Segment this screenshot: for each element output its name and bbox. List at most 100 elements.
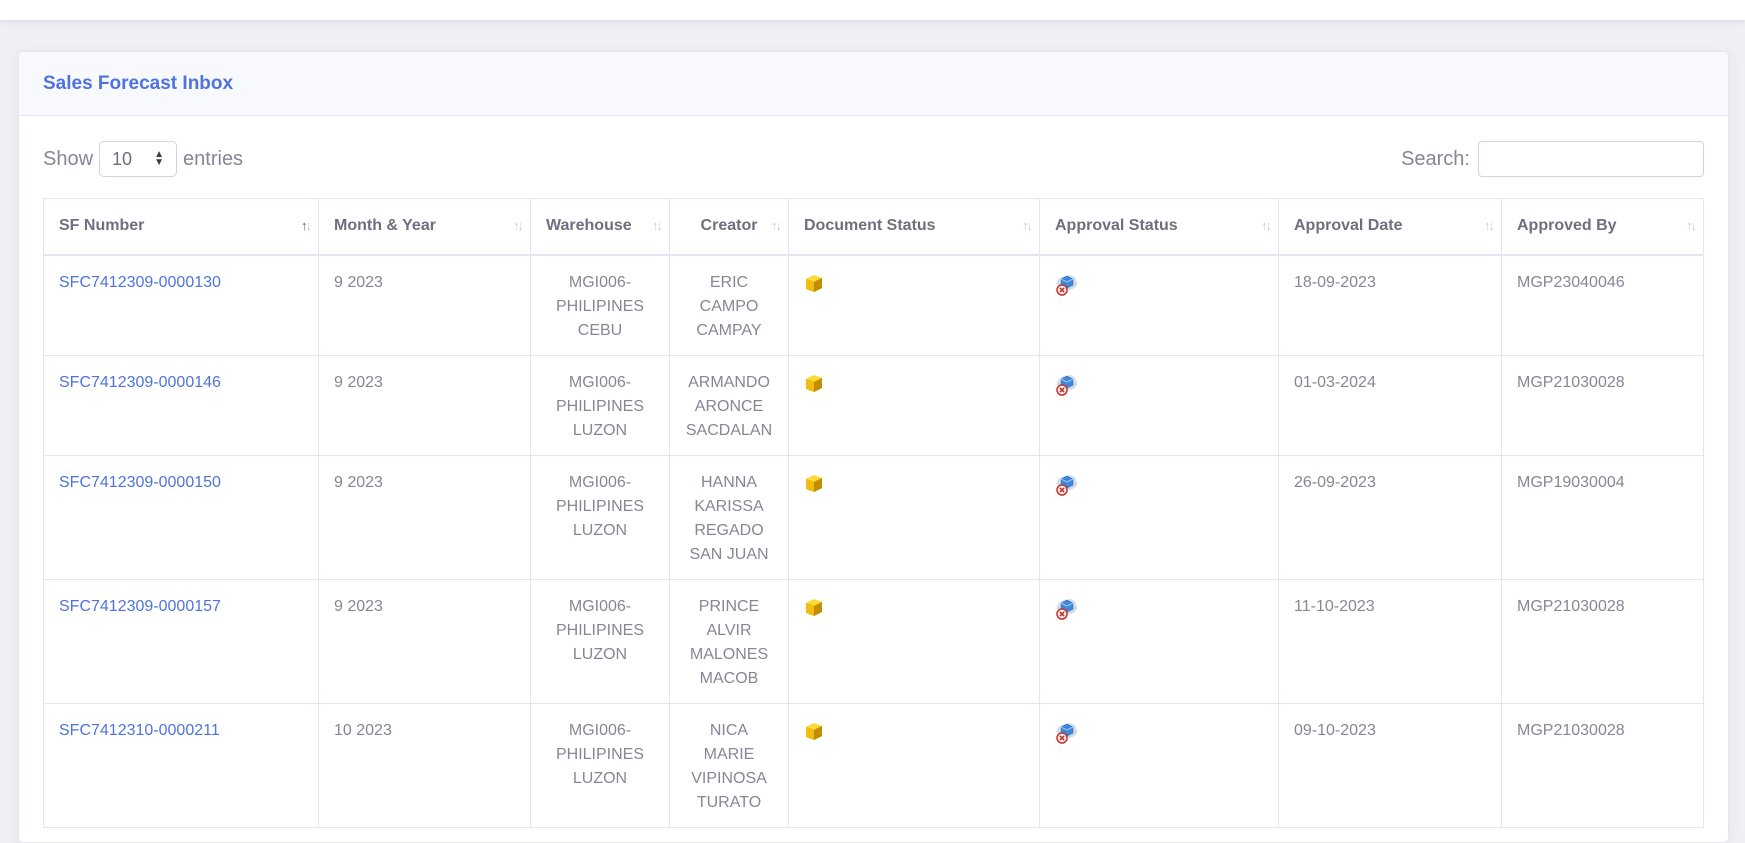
cell-warehouse: MGI006- PHILIPINES LUZON xyxy=(530,578,670,704)
search-control: Search: xyxy=(1401,140,1704,178)
cell-approval-status xyxy=(1039,454,1279,580)
cell-warehouse: MGI006- PHILIPINES LUZON xyxy=(530,702,670,828)
sort-icon: ↑↓ xyxy=(1686,218,1697,233)
cell-document-status xyxy=(788,702,1040,828)
column-header-document-status[interactable]: Document Status ↑↓ xyxy=(788,198,1040,256)
cell-sf-number: SFC7412309-0000146 xyxy=(43,354,319,456)
folder-icon[interactable] xyxy=(803,272,825,294)
warehouse-line: MGI006- xyxy=(568,721,632,739)
folder-icon[interactable] xyxy=(803,596,825,618)
table-row: SFC7412310-0000211 10 2023 MGI006- PHILIPIN… xyxy=(43,702,1704,828)
sf-number-link[interactable]: SFC7412310-0000211 xyxy=(59,722,220,739)
select-caret-icon: ▲ ▼ xyxy=(154,149,165,168)
table-row: SFC7412309-0000150 9 2023 MGI006- PHILIPINE… xyxy=(43,454,1704,580)
cell-approval-status xyxy=(1039,578,1279,704)
cell-month-year: 9 2023 xyxy=(318,254,531,356)
card-body: Show 10 ▲ ▼ entries Search: SF Number ↑↓… xyxy=(19,116,1728,828)
cell-approval-date: 01-03-2024 xyxy=(1278,354,1502,456)
warehouse-line: PHILIPINES xyxy=(555,397,645,415)
entries-select[interactable]: 10 ▲ ▼ xyxy=(99,141,178,177)
cloud-rejected-icon[interactable] xyxy=(1054,720,1080,746)
cell-month-year: 10 2023 xyxy=(318,702,531,828)
cell-approval-date: 18-09-2023 xyxy=(1278,254,1502,356)
table-row: SFC7412309-0000130 9 2023 MGI006- PHILIPINE… xyxy=(43,254,1704,356)
creator-line: NICA xyxy=(709,721,749,739)
cell-creator: ARMANDO ARONCE SACDALAN xyxy=(669,354,789,456)
creator-line: MACOB xyxy=(699,669,759,687)
cell-sf-number: SFC7412309-0000157 xyxy=(43,578,319,704)
cell-creator: PRINCE ALVIR MALONES MACOB xyxy=(669,578,789,704)
cell-approval-date: 09-10-2023 xyxy=(1278,702,1502,828)
warehouse-line: MGI006- xyxy=(568,473,632,491)
warehouse-line: PHILIPINES xyxy=(555,497,645,515)
cell-approved-by: MGP21030028 xyxy=(1501,578,1704,704)
table-body: SFC7412309-0000130 9 2023 MGI006- PHILIPINE… xyxy=(43,254,1704,828)
sf-number-link[interactable]: SFC7412309-0000157 xyxy=(59,598,221,615)
cell-creator: ERIC CAMPO CAMPAY xyxy=(669,254,789,356)
sort-icon: ↑↓ xyxy=(771,218,782,233)
cell-month-year: 9 2023 xyxy=(318,454,531,580)
creator-line: CAMPAY xyxy=(696,321,762,339)
cell-approval-status xyxy=(1039,254,1279,356)
creator-line: ERIC xyxy=(709,273,749,291)
creator-line: TURATO xyxy=(696,793,762,811)
card-header: Sales Forecast Inbox xyxy=(19,52,1728,116)
cell-document-status xyxy=(788,578,1040,704)
column-header-approved-by[interactable]: Approved By ↑↓ xyxy=(1501,198,1704,256)
creator-line: SAN JUAN xyxy=(689,545,769,563)
column-header-sf-number[interactable]: SF Number ↑↓ xyxy=(43,198,319,256)
sort-icon: ↑↓ xyxy=(652,218,663,233)
sf-number-link[interactable]: SFC7412309-0000130 xyxy=(59,274,221,291)
warehouse-line: PHILIPINES xyxy=(555,297,645,315)
cloud-rejected-icon[interactable] xyxy=(1054,472,1080,498)
cell-approval-date: 11-10-2023 xyxy=(1278,578,1502,704)
cloud-rejected-icon[interactable] xyxy=(1054,272,1080,298)
cloud-rejected-icon[interactable] xyxy=(1054,596,1080,622)
cell-approved-by: MGP21030028 xyxy=(1501,702,1704,828)
cell-month-year: 9 2023 xyxy=(318,578,531,704)
sales-forecast-table: SF Number ↑↓ Month & Year ↑↓ Warehouse ↑↓ C… xyxy=(43,198,1704,828)
cell-warehouse: MGI006- PHILIPINES LUZON xyxy=(530,454,670,580)
sales-forecast-card: Sales Forecast Inbox Show 10 ▲ ▼ entries … xyxy=(18,51,1729,843)
search-input[interactable] xyxy=(1478,141,1704,177)
column-header-creator[interactable]: Creator ↑↓ xyxy=(669,198,789,256)
column-header-approval-status[interactable]: Approval Status ↑↓ xyxy=(1039,198,1279,256)
sort-icon: ↑↓ xyxy=(1261,218,1272,233)
column-header-warehouse[interactable]: Warehouse ↑↓ xyxy=(530,198,670,256)
creator-line: ARONCE xyxy=(694,397,764,415)
cell-sf-number: SFC7412309-0000150 xyxy=(43,454,319,580)
entries-label: entries xyxy=(183,147,244,170)
table-row: SFC7412309-0000157 9 2023 MGI006- PHILIPINE… xyxy=(43,578,1704,704)
table-row: SFC7412309-0000146 9 2023 MGI006- PHILIPINE… xyxy=(43,354,1704,456)
cell-approved-by: MGP21030028 xyxy=(1501,354,1704,456)
folder-icon[interactable] xyxy=(803,720,825,742)
column-header-approval-date[interactable]: Approval Date ↑↓ xyxy=(1278,198,1502,256)
creator-line: PRINCE xyxy=(698,597,760,615)
cloud-rejected-icon[interactable] xyxy=(1054,372,1080,398)
folder-icon[interactable] xyxy=(803,372,825,394)
sf-number-link[interactable]: SFC7412309-0000146 xyxy=(59,374,221,391)
folder-icon[interactable] xyxy=(803,472,825,494)
cell-month-year: 9 2023 xyxy=(318,354,531,456)
sf-number-link[interactable]: SFC7412309-0000150 xyxy=(59,474,221,491)
warehouse-line: CEBU xyxy=(577,321,623,339)
warehouse-line: MGI006- xyxy=(568,373,632,391)
warehouse-line: MGI006- xyxy=(568,597,632,615)
sort-icon: ↑↓ xyxy=(1022,218,1033,233)
creator-line: ALVIR xyxy=(706,621,752,639)
creator-line: REGADO xyxy=(694,521,764,539)
show-label: Show xyxy=(43,147,94,170)
cell-warehouse: MGI006- PHILIPINES CEBU xyxy=(530,254,670,356)
column-header-month-year[interactable]: Month & Year ↑↓ xyxy=(318,198,531,256)
cell-sf-number: SFC7412310-0000211 xyxy=(43,702,319,828)
cell-creator: NICA MARIE VIPINOSA TURATO xyxy=(669,702,789,828)
cell-approved-by: MGP19030004 xyxy=(1501,454,1704,580)
warehouse-line: MGI006- xyxy=(568,273,632,291)
creator-line: HANNA xyxy=(700,473,757,491)
cell-warehouse: MGI006- PHILIPINES LUZON xyxy=(530,354,670,456)
cell-document-status xyxy=(788,454,1040,580)
top-navbar xyxy=(0,0,1745,20)
creator-line: CAMPO xyxy=(699,297,759,315)
cell-approved-by: MGP23040046 xyxy=(1501,254,1704,356)
creator-line: VIPINOSA xyxy=(691,769,767,787)
